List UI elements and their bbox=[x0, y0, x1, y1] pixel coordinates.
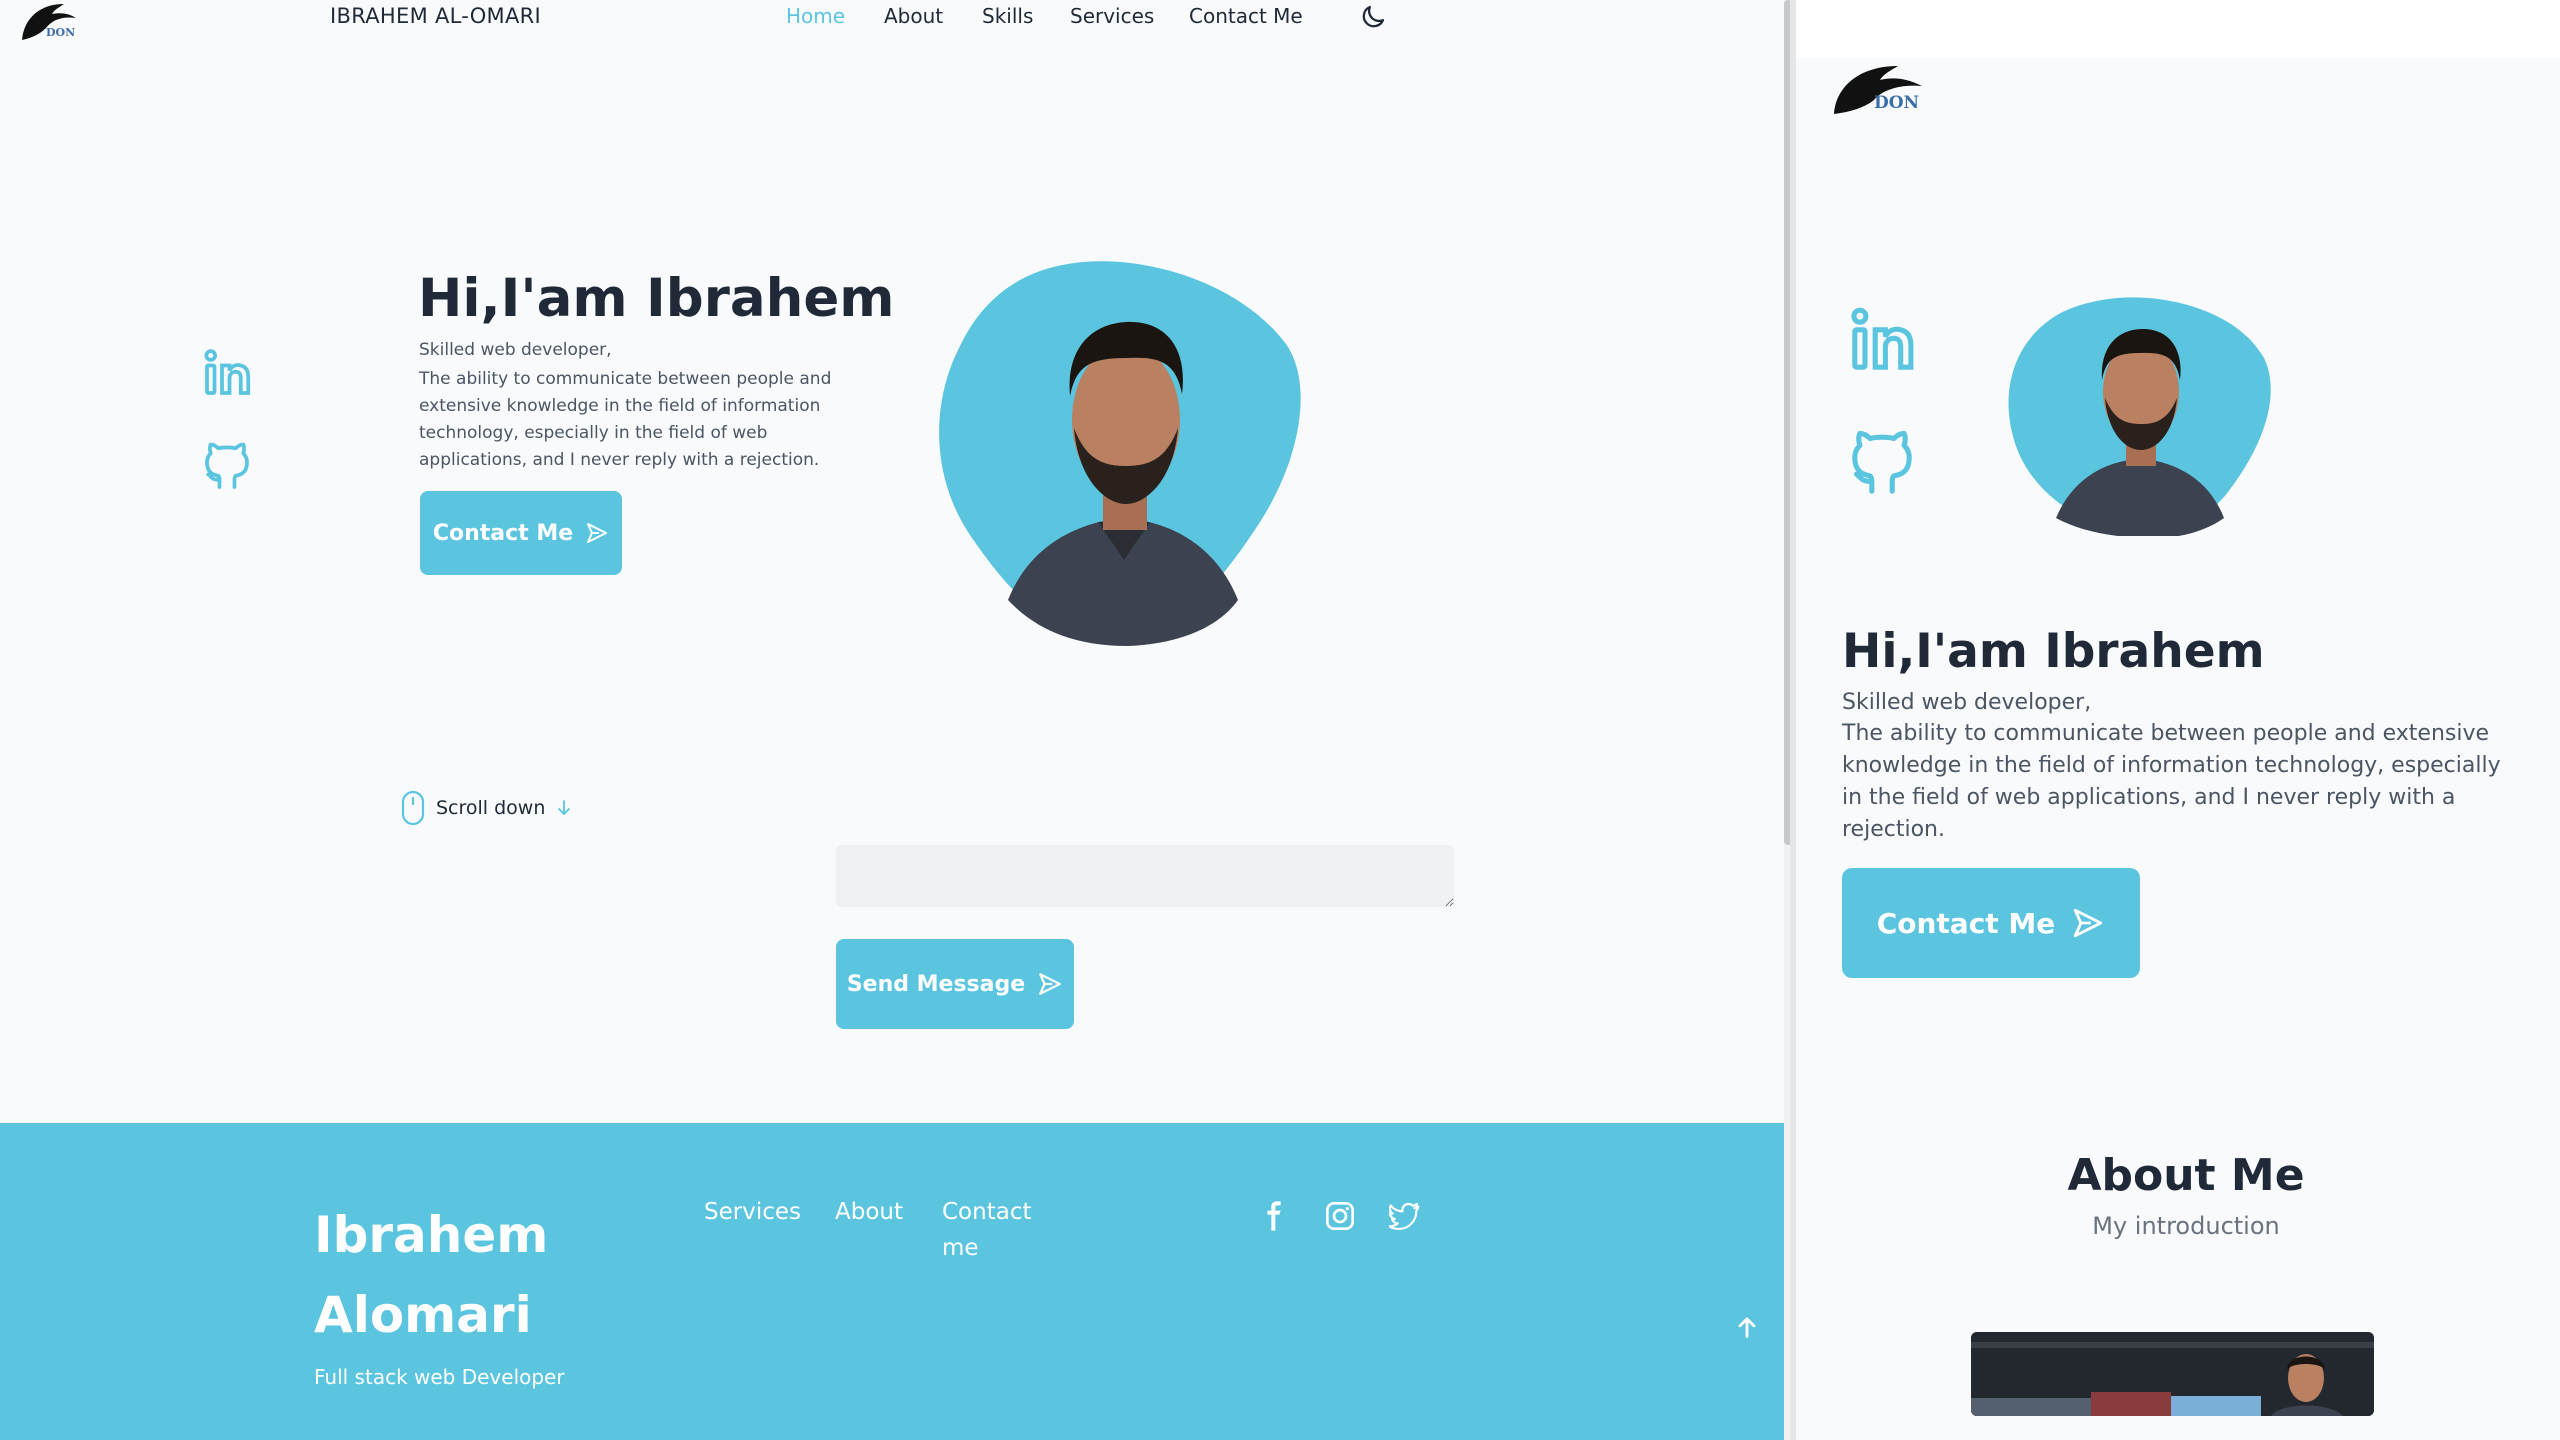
mouse-icon bbox=[401, 790, 425, 826]
nav-services[interactable]: Services bbox=[1070, 4, 1154, 28]
contact-me-button[interactable]: Contact Me bbox=[420, 491, 622, 575]
hero-title: Hi,I'am Ibrahem bbox=[418, 268, 895, 329]
logo[interactable]: DON bbox=[18, 0, 88, 48]
send-icon bbox=[587, 523, 608, 543]
linkedin-icon[interactable] bbox=[202, 348, 252, 398]
nav-contact-me[interactable]: Contact Me bbox=[1189, 4, 1303, 28]
footer-link-about[interactable]: About bbox=[835, 1194, 903, 1230]
brand-name[interactable]: IBRAHEM AL-OMARI bbox=[330, 4, 541, 28]
twitter-icon[interactable] bbox=[1389, 1200, 1421, 1232]
footer-role: Full stack web Developer bbox=[314, 1365, 565, 1389]
about-title: About Me bbox=[2067, 1150, 2305, 1201]
contact-me-button[interactable]: Contact Me bbox=[1842, 868, 2140, 978]
contact-me-label: Contact Me bbox=[1876, 906, 2056, 940]
arrow-down-icon bbox=[558, 800, 571, 816]
svg-text:DON: DON bbox=[1874, 93, 1919, 113]
github-icon[interactable] bbox=[202, 442, 252, 492]
hero-subtitle: Skilled web developer, bbox=[1842, 690, 2092, 715]
footer bbox=[0, 1123, 1790, 1440]
scroll-down-label: Scroll down bbox=[436, 797, 546, 819]
facebook-icon[interactable] bbox=[1258, 1200, 1290, 1232]
contact-me-label: Contact Me bbox=[432, 520, 574, 546]
send-message-button[interactable]: Send Message bbox=[836, 939, 1074, 1029]
desktop-view: DON IBRAHEM AL-OMARI Home About Skills S… bbox=[0, 0, 1790, 1440]
send-icon bbox=[1039, 973, 1062, 995]
mobile-top-bar bbox=[1796, 0, 2560, 58]
arrow-up-icon[interactable] bbox=[1733, 1313, 1761, 1341]
about-photo bbox=[1971, 1332, 2374, 1416]
hero-title: Hi,I'am Ibrahem bbox=[1842, 624, 2265, 679]
about-subtitle: My introduction bbox=[2092, 1212, 2280, 1240]
profile-photo bbox=[939, 261, 1301, 646]
instagram-icon[interactable] bbox=[1324, 1200, 1356, 1232]
svg-text:DON: DON bbox=[46, 26, 75, 39]
nav-home[interactable]: Home bbox=[786, 4, 845, 28]
footer-name: Ibrahem Alomari bbox=[314, 1206, 549, 1344]
scroll-down-link[interactable]: Scroll down bbox=[400, 790, 573, 826]
moon-icon[interactable] bbox=[1358, 2, 1388, 32]
mobile-view: DON Hi,I'am Ibrahem Skilled web develope… bbox=[1796, 0, 2560, 1440]
send-message-label: Send Message bbox=[846, 971, 1026, 997]
send-icon bbox=[2074, 908, 2103, 938]
profile-photo bbox=[2008, 297, 2271, 536]
hero-subtitle: Skilled web developer, bbox=[419, 340, 612, 360]
logo[interactable]: DON bbox=[1830, 60, 1942, 124]
github-icon[interactable] bbox=[1848, 430, 1916, 498]
footer-link-services[interactable]: Services bbox=[704, 1194, 801, 1230]
hero-description: The ability to communicate between peopl… bbox=[419, 369, 832, 470]
nav-skills[interactable]: Skills bbox=[982, 4, 1033, 28]
hero-description: The ability to communicate between peopl… bbox=[1842, 721, 2501, 842]
nav-about[interactable]: About bbox=[884, 4, 943, 28]
message-input[interactable] bbox=[836, 845, 1454, 907]
linkedin-icon[interactable] bbox=[1848, 306, 1916, 374]
footer-link-contact-me[interactable]: Contact me bbox=[942, 1194, 1042, 1266]
